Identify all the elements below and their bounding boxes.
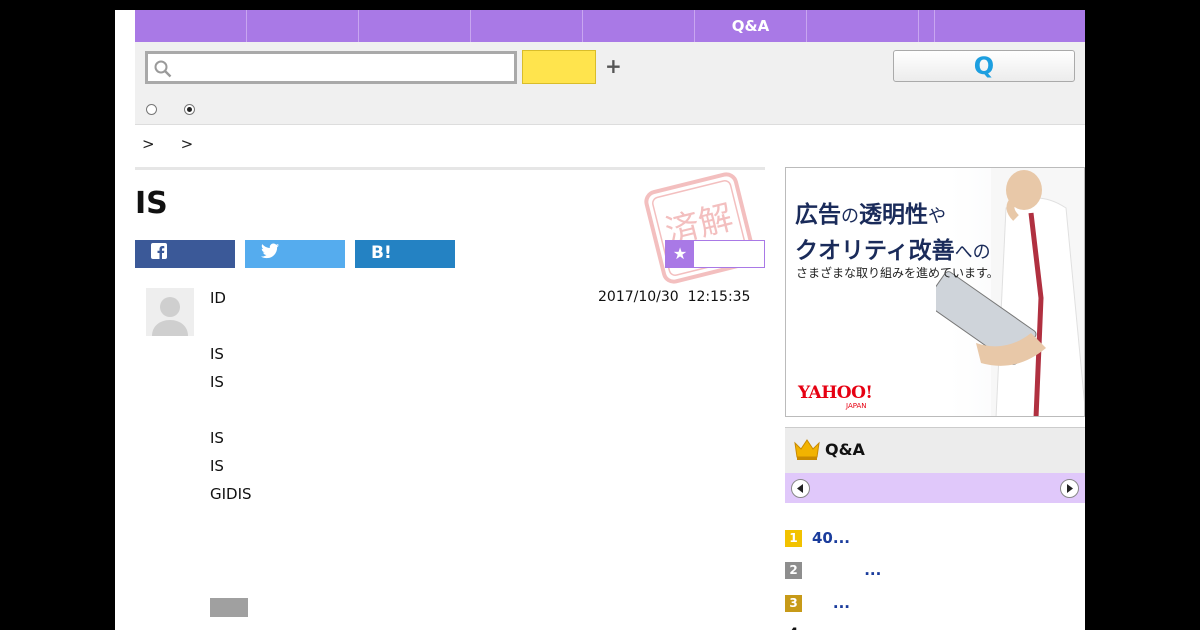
- reply-button[interactable]: [210, 598, 248, 617]
- sidebar-ad[interactable]: 広告の透明性や クオリティ改善への さまざまな取り組みを進めています。 YAHO…: [785, 167, 1085, 417]
- hatena-icon: B!: [371, 243, 392, 263]
- nav-item-4[interactable]: [471, 10, 583, 42]
- ranking-item[interactable]: 2 ...: [785, 560, 881, 580]
- nav-item-3[interactable]: [359, 10, 471, 42]
- ad-headline-part: への: [954, 242, 991, 263]
- breadcrumb: > >: [142, 135, 193, 153]
- resolved-stamp: 済解: [644, 172, 756, 284]
- rank-link[interactable]: 40...: [812, 529, 850, 547]
- nav-item-8[interactable]: [919, 10, 935, 42]
- search-input[interactable]: [178, 56, 508, 80]
- nav-item-2[interactable]: [247, 10, 359, 42]
- breadcrumb-separator: >: [180, 135, 194, 153]
- qa-ranking: Q&A 1 40... 2 ... 3 ... 4 ...: [785, 427, 1085, 630]
- star-icon: ★: [666, 241, 694, 267]
- post-line: IS: [210, 429, 224, 447]
- next-arrow-button[interactable]: [1060, 479, 1079, 498]
- post-line: GIDIS: [210, 485, 252, 503]
- ranking-tabbar: [785, 473, 1085, 503]
- ad-headline-part: クオリティ改善: [795, 238, 955, 264]
- ad-headline-part: の: [841, 206, 859, 227]
- page: Q&A + Q > > IS 済解 B! ★ ID 2017/10/30 12:…: [115, 10, 1085, 630]
- ranking-item[interactable]: 1 40...: [785, 528, 850, 548]
- ad-headline-part: や: [928, 206, 946, 227]
- rank-link[interactable]: ...: [812, 626, 825, 630]
- ranking-item[interactable]: 3 ...: [785, 593, 850, 613]
- post-line: IS: [210, 373, 224, 391]
- rank-number: 3: [785, 594, 802, 612]
- favorite-button[interactable]: ★: [665, 240, 765, 268]
- post-line: IS: [210, 345, 224, 363]
- nav-item-qa[interactable]: Q&A: [695, 10, 807, 42]
- post-line: [210, 396, 252, 424]
- search-icon: [154, 60, 172, 78]
- post-date: 2017/10/30 12:15:35: [598, 289, 751, 305]
- user-id: ID: [210, 289, 226, 307]
- prev-arrow-button[interactable]: [791, 479, 810, 498]
- ad-subtext: さまざまな取り組みを進めています。: [796, 266, 999, 280]
- crown-icon: [794, 439, 820, 460]
- rank-number: 2: [785, 561, 802, 579]
- top-nav: Q&A: [135, 10, 1085, 42]
- twitter-icon: [261, 243, 279, 264]
- title-divider: [135, 167, 765, 170]
- page-title: IS: [135, 186, 168, 221]
- facebook-icon: [151, 243, 167, 264]
- avatar: [146, 288, 194, 336]
- twitter-share-button[interactable]: [245, 240, 345, 268]
- ask-question-button[interactable]: Q: [893, 50, 1075, 82]
- plus-icon[interactable]: +: [605, 54, 622, 78]
- ranking-item[interactable]: 4 ...: [785, 624, 826, 630]
- ad-headline: 広告の透明性や クオリティ改善への: [795, 198, 991, 270]
- ad-logo: YAHOO!: [798, 383, 873, 403]
- search-box[interactable]: [145, 51, 517, 84]
- ad-headline-part: 広告: [795, 202, 841, 228]
- facebook-share-button[interactable]: [135, 240, 235, 268]
- post-body: IS IS IS IS GIDIS: [210, 340, 252, 508]
- nav-item-5[interactable]: [583, 10, 695, 42]
- ranking-title: Q&A: [825, 440, 865, 459]
- breadcrumb-separator: >: [142, 135, 155, 153]
- ad-logo-sub: JAPAN: [846, 402, 867, 410]
- post-line: IS: [210, 457, 224, 475]
- search-scope-radio-2[interactable]: [184, 104, 195, 115]
- ask-question-label: Q: [973, 52, 995, 80]
- ranking-header: Q&A: [785, 427, 1085, 473]
- ad-headline-part: 透明性: [859, 202, 928, 228]
- nav-item-1[interactable]: [135, 10, 247, 42]
- nav-item-7[interactable]: [807, 10, 919, 42]
- search-area: + Q: [135, 42, 1085, 125]
- search-scope-radio-1[interactable]: [146, 104, 157, 115]
- rank-number: 4: [785, 626, 802, 630]
- search-submit-button[interactable]: [522, 50, 596, 84]
- rank-number: 1: [785, 529, 802, 547]
- rank-link[interactable]: ...: [812, 594, 850, 612]
- rank-link[interactable]: ...: [812, 561, 881, 579]
- arrow-left-icon: [797, 484, 803, 493]
- arrow-right-icon: [1067, 484, 1073, 493]
- nav-item-9[interactable]: [935, 10, 1085, 42]
- hatena-bookmark-button[interactable]: B!: [355, 240, 455, 268]
